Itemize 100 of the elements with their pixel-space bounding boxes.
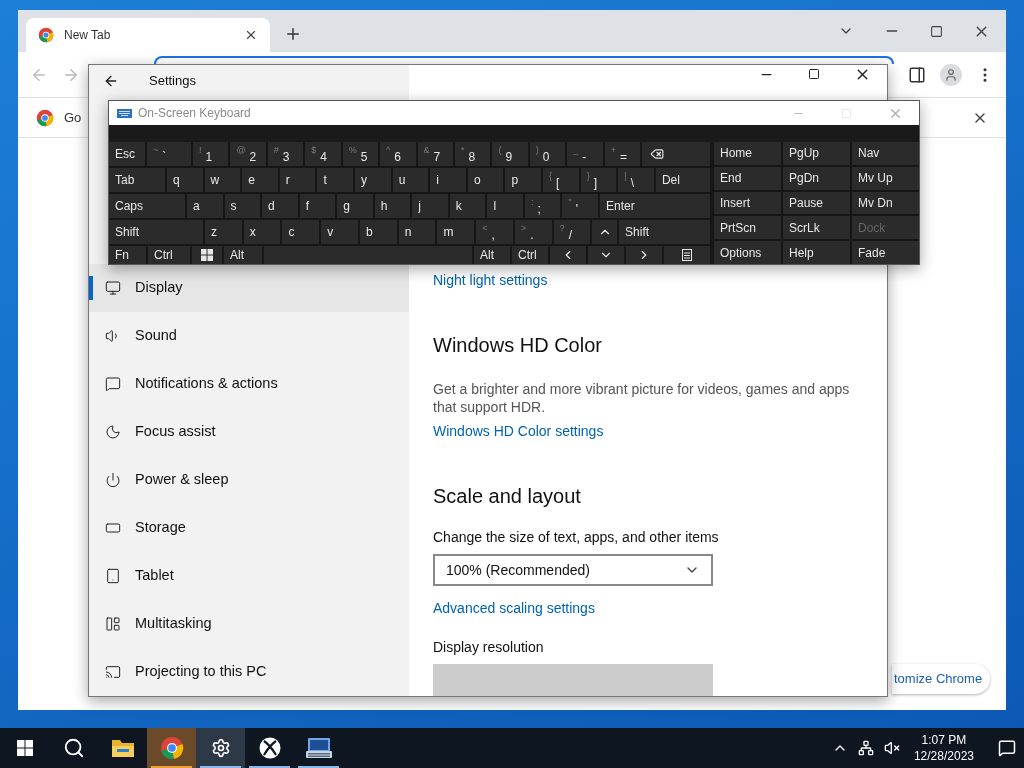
keyboard-key[interactable]: p	[505, 168, 542, 192]
address-bar[interactable]	[154, 56, 894, 64]
keyboard-key[interactable]: q	[167, 168, 203, 192]
keyboard-key[interactable]: l	[487, 194, 523, 218]
keyboard-key[interactable]: Pause	[783, 191, 850, 215]
keyboard-key[interactable]: h	[374, 194, 411, 218]
keyboard-key[interactable]: ScrLk	[783, 216, 850, 240]
keyboard-key[interactable]: k	[449, 194, 486, 218]
keyboard-key[interactable]: End	[714, 166, 781, 190]
keyboard-key[interactable]: _ -	[567, 142, 603, 166]
nav-item[interactable]: Sound	[89, 312, 409, 360]
nav-item[interactable]: Storage	[89, 504, 409, 552]
keyboard-key[interactable]: PrtScn	[714, 216, 781, 240]
keyboard-key[interactable]: Enter	[600, 194, 710, 218]
right-arrow-key[interactable]	[626, 246, 662, 264]
back-icon[interactable]	[103, 73, 119, 89]
keyboard-key[interactable]: x	[243, 220, 281, 244]
keyboard-key[interactable]: | \	[618, 168, 654, 192]
down-arrow-key[interactable]	[588, 246, 624, 264]
keyboard-key[interactable]: y	[355, 168, 391, 192]
keyboard-key[interactable]: Ctrl	[148, 246, 190, 264]
keyboard-key[interactable]: Shift	[619, 220, 711, 244]
profile-avatar[interactable]	[940, 63, 962, 86]
keyboard-key[interactable]: z	[205, 220, 242, 244]
left-arrow-key[interactable]	[550, 246, 586, 264]
keyboard-key[interactable]: PgUp	[783, 142, 850, 165]
notifications-icon[interactable]	[998, 739, 1016, 757]
keyboard-key[interactable]: Caps	[109, 194, 185, 218]
menu-key[interactable]	[664, 246, 710, 264]
keyboard-key[interactable]: m	[437, 220, 475, 244]
keyboard-key[interactable]: r	[279, 168, 316, 192]
keyboard-key[interactable]: i	[430, 168, 466, 192]
keyboard-key[interactable]: > .	[514, 220, 552, 244]
keyboard-key[interactable]: * 8	[454, 142, 491, 166]
keyboard-key[interactable]: j	[412, 194, 448, 218]
keyboard-key[interactable]: $ 4	[305, 142, 341, 166]
keyboard-key[interactable]: Fn	[109, 246, 146, 264]
keyboard-key[interactable]: Ctrl	[512, 246, 548, 264]
keyboard-key[interactable]: < ,	[476, 220, 513, 244]
keyboard-key[interactable]: Home	[714, 142, 781, 165]
maximize-icon[interactable]	[808, 68, 820, 80]
up-arrow-key[interactable]	[592, 220, 618, 244]
new-tab-icon[interactable]	[284, 25, 302, 43]
side-panel-icon[interactable]	[908, 65, 926, 84]
keyboard-key[interactable]: PgDn	[783, 166, 850, 190]
keyboard-key[interactable]: ~ `	[147, 142, 191, 166]
keyboard-key[interactable]: { [	[543, 168, 579, 192]
muted-volume-icon[interactable]	[883, 740, 900, 756]
keyboard-key[interactable]: Shift	[109, 220, 203, 244]
keyboard-key[interactable]: # 3	[267, 142, 304, 166]
keyboard-key[interactable]: Alt	[224, 246, 262, 264]
keyboard-key[interactable]: d	[262, 194, 298, 218]
keyboard-key[interactable]: Options	[714, 241, 781, 264]
keyboard-key[interactable]: " '	[562, 194, 598, 218]
keyboard-key[interactable]: Fade	[852, 241, 919, 264]
taskbar-button[interactable]	[196, 728, 245, 768]
nav-item[interactable]: Focus assist	[89, 408, 409, 456]
keyboard-key[interactable]: ^ 6	[380, 142, 416, 166]
network-icon[interactable]	[857, 740, 874, 756]
keyboard-key[interactable]: v	[321, 220, 358, 244]
keyboard-key[interactable]: ? /	[553, 220, 591, 244]
clock[interactable]: 1:07 PM 12/28/2023	[909, 732, 978, 764]
keyboard-key[interactable]: g	[337, 194, 373, 218]
keyboard-key[interactable]: Esc	[109, 142, 145, 166]
settings-link[interactable]: Windows HD Color settings	[433, 421, 604, 441]
keyboard-key[interactable]: & 7	[417, 142, 453, 166]
nav-item[interactable]: Projecting to this PC	[89, 648, 409, 696]
browser-tab[interactable]: New Tab	[26, 18, 270, 52]
keyboard-key[interactable]: ( 9	[492, 142, 528, 166]
keyboard-key[interactable]: ) 0	[529, 142, 566, 166]
keyboard-key[interactable]: } ]	[580, 168, 617, 192]
keyboard-key[interactable]: f	[299, 194, 336, 218]
keyboard-key[interactable]: Del	[655, 168, 710, 192]
windows-key[interactable]	[192, 246, 222, 264]
keyboard-key[interactable]: ! 1	[193, 142, 229, 166]
keyboard-key[interactable]: % 5	[342, 142, 379, 166]
dropdown[interactable]: 100% (Recommended)	[433, 554, 713, 586]
keyboard-key[interactable]: Tab	[109, 168, 165, 192]
settings-link[interactable]: Night light settings	[433, 270, 548, 290]
settings-link[interactable]: Advanced scaling settings	[433, 598, 595, 618]
close-tab-icon[interactable]	[244, 28, 258, 42]
keyboard-key[interactable]: s	[224, 194, 261, 218]
keyboard-key[interactable]: : ;	[524, 194, 561, 218]
keyboard-key[interactable]: + =	[604, 142, 641, 166]
nav-item[interactable]: Notifications & actions	[89, 360, 409, 408]
keyboard-key[interactable]: a	[187, 194, 223, 218]
nav-item[interactable]: Multitasking	[89, 600, 409, 648]
keyboard-key[interactable]: Nav	[852, 142, 919, 165]
keyboard-key[interactable]: Alt	[474, 246, 510, 264]
keyboard-key[interactable]: b	[359, 220, 397, 244]
backspace-key[interactable]	[642, 142, 711, 166]
keyboard-key[interactable]: Help	[783, 241, 850, 264]
nav-item[interactable]: Tablet	[89, 552, 409, 600]
keyboard-key[interactable]: Mv Up	[852, 166, 919, 190]
nav-item[interactable]: Power & sleep	[89, 456, 409, 504]
keyboard-key[interactable]: o	[467, 168, 504, 192]
keyboard-key[interactable]: n	[398, 220, 436, 244]
keyboard-key[interactable]: e	[242, 168, 278, 192]
keyboard-key[interactable]: Insert	[714, 191, 781, 215]
nav-item[interactable]: Display	[89, 264, 409, 312]
